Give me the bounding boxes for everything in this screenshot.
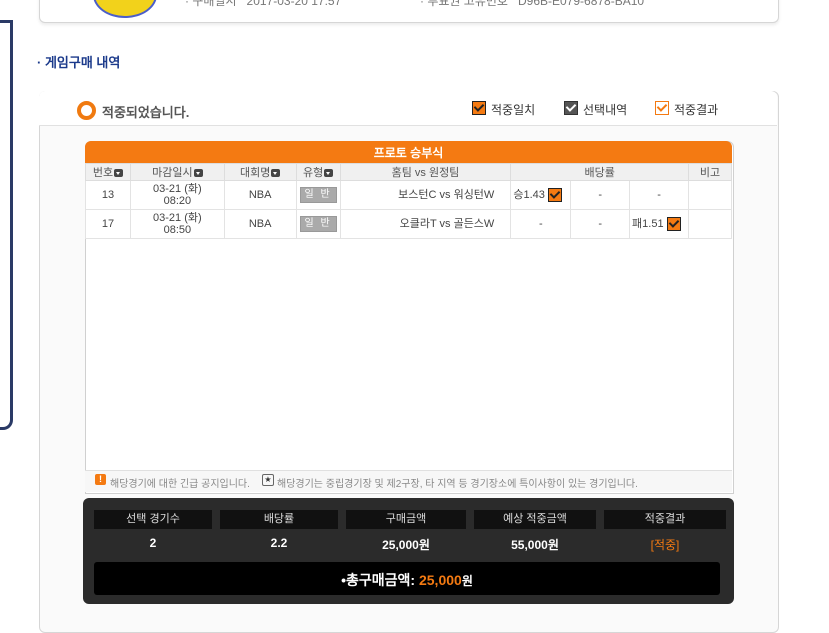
status-ring-icon xyxy=(77,101,96,120)
sort-icon xyxy=(324,169,334,178)
table-title: 프로토 승부식 xyxy=(85,141,732,163)
col-deadline[interactable]: 마감일시 xyxy=(129,163,225,181)
row-odd-draw: - xyxy=(570,209,631,239)
sort-icon xyxy=(271,169,281,178)
row-type: 일 반 xyxy=(295,209,341,239)
row-type: 일 반 xyxy=(295,180,341,210)
odd-lose-value: 패1.51 xyxy=(632,217,664,230)
ticket-id-label: 투표권 고유번호 xyxy=(427,0,508,8)
legend-result-label: 적중결과 xyxy=(674,103,719,117)
check-icon xyxy=(547,188,562,202)
row-time: 08:20 xyxy=(163,195,192,207)
col-no[interactable]: 번호 xyxy=(85,163,131,181)
row-league: NBA xyxy=(223,209,297,239)
summary-result: [적중] xyxy=(650,538,680,552)
total-purchase: •총구매금액: 25,000원 xyxy=(94,570,720,590)
col-deadline-label: 마감일시 xyxy=(152,167,193,179)
row-odd-draw: - xyxy=(570,180,631,210)
table-header-row: 번호 마감일시 대회명 유형 홈팀 vs 원정팀 배당률 비고 xyxy=(85,163,732,181)
purchase-time-value: 2017-03-20 17:57 xyxy=(246,0,342,8)
notice-star-text: 해당경기는 중립경기장 및 제2구장, 타 지역 등 경기장소에 특이사항이 있… xyxy=(277,479,638,490)
purchase-time-label: 구매일시 xyxy=(192,0,237,8)
col-type-label: 유형 xyxy=(302,167,324,179)
notice-warn-text: 해당경기에 대한 긴급 공지입니다. xyxy=(110,479,250,490)
summary-head-expected: 예상 적중금액 xyxy=(474,510,596,529)
row-time: 08:50 xyxy=(163,224,192,236)
star-icon: ★ xyxy=(262,474,274,486)
total-label: •총구매금액: xyxy=(341,572,416,588)
purchase-time-row: · 구매일시 2017-03-20 17:57 xyxy=(185,0,341,9)
table-row: 13 03-21 (화) 08:20 NBA 일 반 보스턴C vs 워싱턴W 승… xyxy=(85,180,732,210)
type-badge: 일 반 xyxy=(299,187,337,203)
sidebar-edge xyxy=(0,20,13,430)
total-amount: 25,000 xyxy=(418,572,462,588)
selected-check-icon xyxy=(564,101,578,115)
row-league: NBA xyxy=(223,180,297,210)
hit-check-icon xyxy=(472,101,486,115)
summary-head-result: 적중결과 xyxy=(604,510,726,529)
game-table: 번호 마감일시 대회명 유형 홈팀 vs 원정팀 배당률 비고 13 03-21… xyxy=(85,163,732,239)
table-row: 17 03-21 (화) 08:50 NBA 일 반 오클라T vs 골든스W -… xyxy=(85,209,732,239)
sort-icon xyxy=(114,169,124,178)
result-check-icon xyxy=(655,101,669,115)
row-odd-win: 승1.43 xyxy=(510,180,572,210)
row-no: 17 xyxy=(85,209,131,239)
col-odds: 배당률 xyxy=(510,163,690,181)
summary-count: 2 xyxy=(149,536,157,550)
row-odd-lose: 패1.51 xyxy=(629,209,690,239)
summary-odds: 2.2 xyxy=(270,536,288,550)
row-no: 13 xyxy=(85,180,131,210)
col-league[interactable]: 대회명 xyxy=(223,163,297,181)
row-note xyxy=(688,209,732,239)
row-deadline: 03-21 (화) 08:50 xyxy=(129,209,225,239)
check-icon xyxy=(666,217,681,231)
summary-head-count: 선택 경기수 xyxy=(94,510,212,529)
sort-icon xyxy=(193,169,203,178)
legend-hit-label: 적중일치 xyxy=(491,103,536,117)
summary-head-amount: 구매금액 xyxy=(346,510,466,529)
summary-amount: 25,000원 xyxy=(382,538,430,552)
legend-selected-label: 선택내역 xyxy=(583,103,628,117)
summary-head-odds: 배당률 xyxy=(220,510,338,529)
col-type[interactable]: 유형 xyxy=(295,163,341,181)
row-date: 03-21 (화) xyxy=(153,212,202,224)
col-note: 비고 xyxy=(688,163,732,181)
section-title: · 게임구매 내역 xyxy=(37,55,121,70)
col-no-label: 번호 xyxy=(92,167,114,179)
col-match: 홈팀 vs 원정팀 xyxy=(339,163,512,181)
type-badge: 일 반 xyxy=(299,216,337,232)
summary-expected: 55,000원 xyxy=(511,538,559,552)
ticket-id-row: · 투표권 고유번호 D96B-E079-6878-BA10 xyxy=(420,0,644,9)
warning-icon: ! xyxy=(95,474,106,485)
row-match: 보스턴C vs 워싱턴W xyxy=(339,180,512,210)
row-note xyxy=(688,180,732,210)
odd-win-value: 승1.43 xyxy=(513,188,545,201)
ticket-id-value: D96B-E079-6878-BA10 xyxy=(517,0,645,8)
col-league-label: 대회명 xyxy=(239,167,271,179)
row-odd-win: - xyxy=(510,209,572,239)
row-odd-lose: - xyxy=(629,180,690,210)
row-deadline: 03-21 (화) 08:20 xyxy=(129,180,225,210)
row-date: 03-21 (화) xyxy=(153,183,202,195)
total-unit: 원 xyxy=(461,574,473,588)
row-match: 오클라T vs 골든스W xyxy=(339,209,512,239)
status-text: 적중되었습니다. xyxy=(102,105,190,120)
